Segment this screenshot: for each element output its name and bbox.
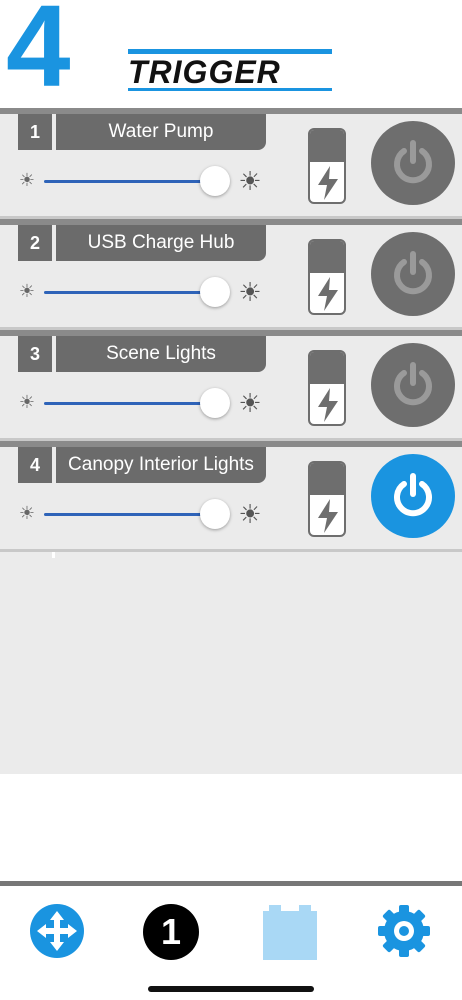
lightning-bolt-icon	[318, 166, 338, 200]
switch-row-2: 2 USB Charge Hub ☀ ☀	[0, 219, 462, 330]
brightness-slider-track[interactable]	[44, 513, 214, 516]
switch-name-label[interactable]: USB Charge Hub	[56, 225, 266, 261]
lightning-bolt-icon	[318, 388, 338, 422]
switch-name-label[interactable]: Water Pump	[56, 114, 266, 150]
brightness-slider-track[interactable]	[44, 180, 214, 183]
power-button[interactable]	[371, 343, 455, 427]
bright-brightness-icon: ☀	[238, 277, 262, 307]
switch-name-label[interactable]: Scene Lights	[56, 336, 266, 372]
brightness-slider-thumb[interactable]	[200, 499, 230, 529]
switch-row-1: 1 Water Pump ☀ ☀	[0, 108, 462, 219]
bright-brightness-icon: ☀	[238, 499, 262, 529]
power-button[interactable]	[371, 454, 455, 538]
power-icon	[394, 473, 432, 517]
power-icon	[394, 362, 432, 406]
lightning-bolt-icon	[318, 277, 338, 311]
dim-brightness-icon: ☀	[18, 392, 36, 412]
dim-brightness-icon: ☀	[18, 503, 36, 523]
switch-row-3: 3 Scene Lights ☀ ☀	[0, 330, 462, 441]
bottom-tab-bar: 1	[0, 886, 462, 1000]
power-button[interactable]	[371, 121, 455, 205]
switch-number: 2	[18, 225, 52, 261]
dim-brightness-icon: ☀	[18, 281, 36, 301]
dim-brightness-icon: ☀	[18, 170, 36, 190]
settings-gear-icon[interactable]	[376, 903, 432, 959]
switch-number: 1	[18, 114, 52, 150]
power-button[interactable]	[371, 232, 455, 316]
power-icon	[394, 140, 432, 184]
switch-panel: 1 Water Pump ☀ ☀ 2 USB Charge Hub ☀ ☀ 3 …	[0, 108, 462, 774]
logo-wordmark: TRIGGER	[128, 54, 281, 90]
brightness-slider-thumb[interactable]	[200, 388, 230, 418]
momentary-mode-button[interactable]	[308, 461, 346, 537]
brightness-slider-thumb[interactable]	[200, 277, 230, 307]
move-icon[interactable]	[29, 903, 85, 959]
home-indicator[interactable]	[148, 986, 314, 992]
momentary-mode-button[interactable]	[308, 350, 346, 426]
logo-number: 4	[6, 0, 71, 111]
switch-name-label[interactable]: Canopy Interior Lights	[56, 447, 266, 483]
momentary-mode-button[interactable]	[308, 128, 346, 204]
logo-underline	[128, 88, 332, 91]
group-number-badge[interactable]: 1	[143, 904, 199, 960]
bright-brightness-icon: ☀	[238, 166, 262, 196]
power-icon	[394, 251, 432, 295]
switch-number: 3	[18, 336, 52, 372]
app-header: 4 TRIGGER	[0, 0, 462, 108]
brightness-slider-track[interactable]	[44, 402, 214, 405]
switch-number: 4	[18, 447, 52, 483]
brightness-slider-thumb[interactable]	[200, 166, 230, 196]
lightning-bolt-icon	[318, 499, 338, 533]
brightness-slider-track[interactable]	[44, 291, 214, 294]
tab-stub	[52, 552, 55, 558]
battery-icon[interactable]	[262, 903, 318, 961]
row-bottom-line	[0, 549, 462, 552]
bright-brightness-icon: ☀	[238, 388, 262, 418]
switch-row-4: 4 Canopy Interior Lights ☀ ☀	[0, 441, 462, 552]
momentary-mode-button[interactable]	[308, 239, 346, 315]
group-number: 1	[160, 911, 182, 952]
